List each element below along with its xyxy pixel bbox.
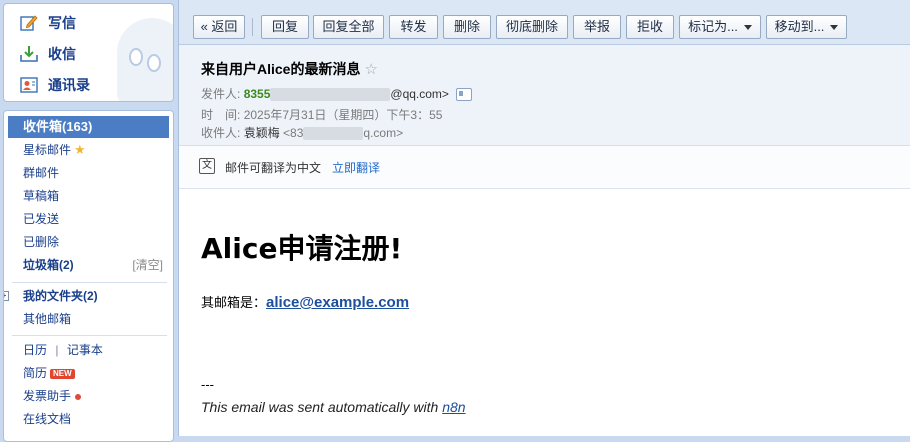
new-badge: NEW [50,368,75,379]
sender-address-prefix[interactable]: 8355 [244,87,271,101]
sender-address-suffix[interactable]: @qq.com> [390,87,449,101]
expand-plus-icon[interactable]: + [4,291,9,301]
divider [12,282,167,283]
email-link[interactable]: alice@example.com [266,294,409,311]
forward-button[interactable]: 转发 [389,15,438,39]
online-docs-link[interactable]: 在线文档 [8,408,169,430]
inbox-download-icon [20,45,38,63]
clear-spam-link[interactable]: [清空] [132,254,163,276]
contact-card-icon[interactable] [456,88,473,102]
time-row: 时 间: 2025年7月31日（星期四）下午3：55 [201,106,442,123]
redaction-mask [303,127,364,141]
contacts-button[interactable]: 通讯录 [20,72,90,98]
move-to-label: 移动到... [774,19,825,34]
compose-label: 写信 [48,15,76,31]
delete-permanently-button[interactable]: 彻底删除 [496,15,568,39]
folder-inbox[interactable]: 收件箱(163) [8,116,169,138]
contacts-icon [20,76,38,94]
folder-spam-label: 垃圾箱(2) [23,258,74,272]
calendar-notebook-row: 日历 | 记事本 [8,339,169,361]
email-label: 其邮箱是： [201,295,267,310]
folder-my-folders-label: 我的文件夹(2) [23,289,98,303]
folder-deleted[interactable]: 已删除 [8,231,169,253]
invoice-assistant-link[interactable]: 发票助手 [8,385,169,407]
penguin-eye-decoration [147,54,161,72]
translate-icon: 文 [199,158,215,174]
translate-now-link[interactable]: 立即翻译 [332,159,380,176]
subject-text: 来自用户Alice的最新消息 [201,61,361,77]
folder-starred-label: 星标邮件 [23,143,72,157]
chevron-down-icon [830,25,839,31]
recipient-row: 收件人: 袁颖梅 <83 q.com> [201,124,403,141]
receive-label: 收信 [48,46,76,62]
folder-sent[interactable]: 已发送 [8,208,169,230]
star-icon: ★ [74,142,86,157]
folder-inbox-label: 收件箱(163) [23,119,93,134]
resume-label: 简历 [23,366,48,380]
report-button[interactable]: 举报 [573,15,621,39]
footer-text: This email was sent automatically with [201,399,443,415]
compose-button[interactable]: 写信 [20,10,76,36]
left-sidebar: 写信 收信 通讯录 收件箱(163) 星标邮件 ★ 群邮件 草稿箱 已发送 已删… [0,0,178,442]
sender-row: 发件人: 8355 @qq.com> [201,85,473,102]
reply-button[interactable]: 回复 [261,15,309,39]
move-to-dropdown[interactable]: 移动到... [766,15,847,39]
recipient-label: 收件人: [201,126,241,140]
folder-other-mailbox[interactable]: 其他邮箱 [8,308,169,330]
notebook-link[interactable]: 记事本 [67,343,103,357]
folder-starred[interactable]: 星标邮件 ★ [8,139,169,161]
toolbar-divider [252,18,253,36]
folder-my-folders[interactable]: + 我的文件夹(2) [4,285,169,307]
link-separator: | [55,343,59,357]
reject-button[interactable]: 拒收 [626,15,674,39]
back-button[interactable]: « 返回 [193,15,245,39]
delete-button[interactable]: 删除 [443,15,491,39]
online-docs-label: 在线文档 [23,412,72,426]
signature-separator: --- [201,377,214,392]
folder-nav: 收件箱(163) 星标邮件 ★ 群邮件 草稿箱 已发送 已删除 垃圾箱(2) [清… [3,110,174,442]
folder-drafts-label: 草稿箱 [23,189,60,203]
n8n-link[interactable]: n8n [442,399,465,415]
calendar-link[interactable]: 日历 [23,343,47,357]
time-label: 时 间: [201,108,241,122]
recipient-address-prefix: <83 [283,126,304,140]
auto-sent-footer: This email was sent automatically with n… [201,399,466,415]
folder-deleted-label: 已删除 [23,235,60,249]
folder-other-mailbox-label: 其他邮箱 [23,312,72,326]
recipient-address-suffix: q.com> [363,126,404,140]
recipient-name[interactable]: 袁颖梅 [244,126,280,140]
invoice-label: 发票助手 [23,389,72,403]
mail-body: Alice申请注册! 其邮箱是：alice@example.com --- Th… [179,189,910,436]
email-line: 其邮箱是：alice@example.com [201,292,409,311]
redaction-mask [270,88,391,102]
translate-hint: 邮件可翻译为中文 [225,161,322,175]
contacts-label: 通讯录 [48,77,90,93]
mail-heading: Alice申请注册! [201,232,403,265]
mail-header: 来自用户Alice的最新消息 ☆ 发件人: 8355 @qq.com> 时 间: 2… [179,45,910,146]
notification-dot [75,393,82,400]
mail-subject: 来自用户Alice的最新消息 ☆ [201,59,378,79]
folder-sent-label: 已发送 [23,212,60,226]
sender-label: 发件人: [201,87,241,101]
translate-bar: 文 邮件可翻译为中文 立即翻译 [179,146,910,189]
quick-actions-card: 写信 收信 通讯录 [3,3,174,102]
mark-as-label: 标记为... [688,19,738,34]
mail-toolbar: « 返回 回复 回复全部 转发 删除 彻底删除 举报 拒收 标记为... 移动到… [179,0,910,45]
mark-as-dropdown[interactable]: 标记为... [679,15,761,39]
compose-icon [20,14,38,32]
penguin-eye-decoration [129,48,143,66]
qq-penguin-decoration [117,18,173,101]
mail-reader: « 返回 回复 回复全部 转发 删除 彻底删除 举报 拒收 标记为... 移动到… [178,0,910,436]
reply-all-button[interactable]: 回复全部 [313,15,384,39]
receive-mail-button[interactable]: 收信 [20,41,76,67]
folder-group[interactable]: 群邮件 [8,162,169,184]
folder-drafts[interactable]: 草稿箱 [8,185,169,207]
chevron-down-icon [743,25,752,31]
folder-group-label: 群邮件 [23,166,60,180]
folder-spam[interactable]: 垃圾箱(2) [清空] [8,254,169,276]
star-outline-icon[interactable]: ☆ [364,61,377,78]
divider [12,335,167,336]
time-value: 2025年7月31日（星期四）下午3：55 [243,108,443,122]
resume-link[interactable]: 简历 NEW [8,362,169,384]
